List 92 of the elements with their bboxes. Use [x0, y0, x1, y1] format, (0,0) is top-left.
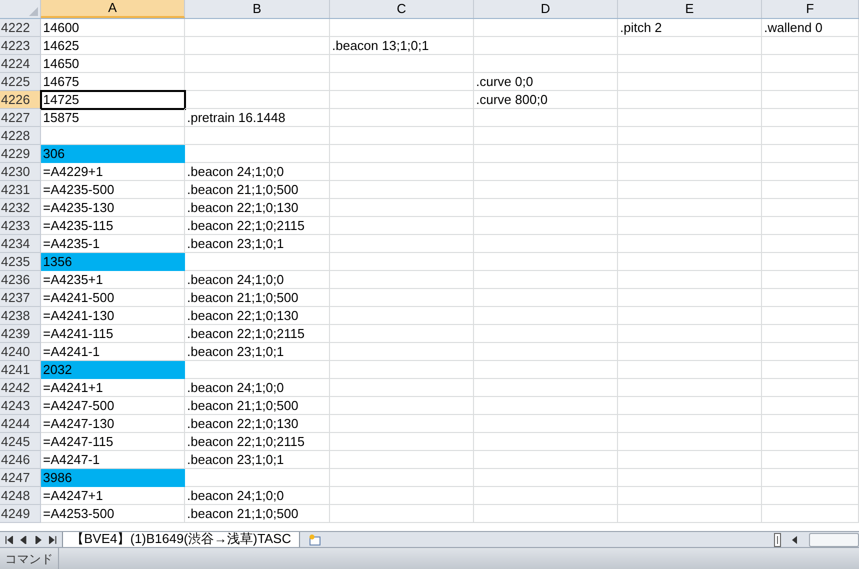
- scroll-left-icon[interactable]: [791, 534, 799, 544]
- table-cell: =A4247-500: [41, 397, 185, 415]
- column-header[interactable]: E: [618, 0, 762, 18]
- column-header[interactable]: F: [762, 0, 859, 18]
- row-number[interactable]: 4249: [0, 505, 41, 523]
- row-number[interactable]: 4238: [0, 307, 41, 325]
- table-cell: =A4235+1: [41, 271, 185, 289]
- next-sheet-icon[interactable]: [34, 536, 42, 544]
- table-cell: .beacon 21;1;0;500: [185, 397, 330, 415]
- column-header[interactable]: A: [41, 0, 185, 18]
- table-cell: 14675: [41, 73, 185, 91]
- table-cell: =A4247+1: [41, 487, 185, 505]
- row-number[interactable]: 4239: [0, 325, 41, 343]
- table-cell: =A4241-130: [41, 307, 185, 325]
- table-cell: .pretrain 16.1448: [185, 109, 330, 127]
- table-cell: 306: [41, 145, 185, 163]
- table-cell: =A4241-115: [41, 325, 185, 343]
- row-number[interactable]: 4235: [0, 253, 41, 271]
- table-cell: .beacon 21;1;0;500: [185, 505, 330, 523]
- table-cell: .beacon 24;1;0;0: [185, 271, 330, 289]
- corner-triangle-icon: [29, 7, 38, 16]
- row-number[interactable]: 4223: [0, 37, 41, 55]
- table-cell: .beacon 22;1;0;130: [185, 307, 330, 325]
- table-cell: 2032: [41, 361, 185, 379]
- table-cell: =A4229+1: [41, 163, 185, 181]
- column-header[interactable]: D: [474, 0, 618, 18]
- row-number[interactable]: 4232: [0, 199, 41, 217]
- table-cell: .beacon 13;1;0;1: [330, 37, 474, 55]
- row-number[interactable]: 4248: [0, 487, 41, 505]
- horizontal-scrollbar[interactable]: [809, 532, 859, 546]
- column-header[interactable]: B: [185, 0, 330, 18]
- table-cell: .beacon 21;1;0;500: [185, 289, 330, 307]
- table-cell: .beacon 23;1;0;1: [185, 235, 330, 253]
- table-cell: .wallend 0: [762, 19, 859, 37]
- column-header[interactable]: C: [330, 0, 474, 18]
- row-number[interactable]: 4237: [0, 289, 41, 307]
- row-number[interactable]: 4245: [0, 433, 41, 451]
- row-number[interactable]: 4229: [0, 145, 41, 163]
- status-mode: コマンド: [0, 548, 59, 569]
- row-number[interactable]: 4243: [0, 397, 41, 415]
- table-cell: 3986: [41, 469, 185, 487]
- row-number[interactable]: 4226: [0, 91, 41, 109]
- row-number[interactable]: 4241: [0, 361, 41, 379]
- table-cell: .beacon 22;1;0;130: [185, 199, 330, 217]
- row-number[interactable]: 4224: [0, 55, 41, 73]
- row-number[interactable]: 4227: [0, 109, 41, 127]
- table-cell: =A4247-130: [41, 415, 185, 433]
- table-cell: 14650: [41, 55, 185, 73]
- table-cell: 14625: [41, 37, 185, 55]
- row-number[interactable]: 4228: [0, 127, 41, 145]
- row-number[interactable]: 4240: [0, 343, 41, 361]
- row-number[interactable]: 4225: [0, 73, 41, 91]
- table-cell: .beacon 24;1;0;0: [185, 163, 330, 181]
- table-cell: 15875: [41, 109, 185, 127]
- row-number[interactable]: 4230: [0, 163, 41, 181]
- table-cell: .pitch 2: [618, 19, 762, 37]
- table-cell: .beacon 21;1;0;500: [185, 181, 330, 199]
- table-cell: .beacon 22;1;0;2115: [185, 217, 330, 235]
- scroll-splitter-icon[interactable]: [774, 532, 781, 546]
- table-cell: .beacon 23;1;0;1: [185, 343, 330, 361]
- row-number[interactable]: 4244: [0, 415, 41, 433]
- table-cell: =A4235-115: [41, 217, 185, 235]
- row-number[interactable]: 4247: [0, 469, 41, 487]
- row-number[interactable]: 4231: [0, 181, 41, 199]
- table-cell: .beacon 22;1;0;130: [185, 415, 330, 433]
- row-number[interactable]: 4234: [0, 235, 41, 253]
- table-cell: .curve 800;0: [474, 91, 618, 109]
- previous-sheet-icon[interactable]: [20, 536, 28, 544]
- table-cell: 14600: [41, 19, 185, 37]
- table-cell: =A4247-115: [41, 433, 185, 451]
- last-sheet-icon[interactable]: [49, 536, 57, 544]
- row-number[interactable]: 4222: [0, 19, 41, 37]
- table-cell: 1356: [41, 253, 185, 271]
- table-cell: .beacon 23;1;0;1: [185, 451, 330, 469]
- row-number[interactable]: 4246: [0, 451, 41, 469]
- row-number[interactable]: 4236: [0, 271, 41, 289]
- new-sheet-icon[interactable]: [308, 534, 322, 546]
- table-cell: =A4241-500: [41, 289, 185, 307]
- table-cell: =A4235-130: [41, 199, 185, 217]
- table-cell: .beacon 22;1;0;2115: [185, 433, 330, 451]
- sheet-tab[interactable]: 【BVE4】(1)B1649(渋谷→浅草)TASC: [62, 532, 300, 548]
- row-number[interactable]: 4242: [0, 379, 41, 397]
- first-sheet-icon[interactable]: [5, 536, 13, 544]
- table-cell: =A4253-500: [41, 505, 185, 523]
- table-cell: 14725: [41, 91, 185, 109]
- table-cell: =A4241+1: [41, 379, 185, 397]
- table-cell: .beacon 24;1;0;0: [185, 487, 330, 505]
- table-cell: .beacon 24;1;0;0: [185, 379, 330, 397]
- row-number[interactable]: 4233: [0, 217, 41, 235]
- table-cell: .curve 0;0: [474, 73, 618, 91]
- table-cell: .beacon 22;1;0;2115: [185, 325, 330, 343]
- table-cell: =A4235-500: [41, 181, 185, 199]
